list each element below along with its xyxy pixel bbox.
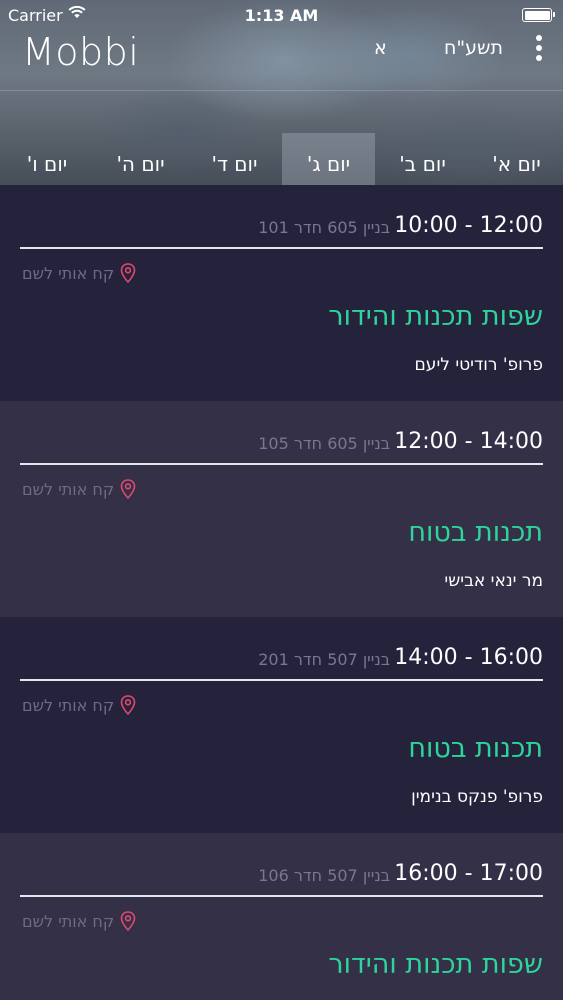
lesson-list: 10:00 - 12:00 בניין 605 חדר 101 קח אותי … — [0, 185, 563, 1000]
navigate-button[interactable]: קח אותי לשם — [22, 478, 136, 500]
tab-day-d[interactable]: יום ד' — [187, 133, 282, 185]
tab-day-b[interactable]: יום ב' — [375, 133, 470, 185]
battery-icon — [522, 8, 555, 22]
navigate-label: קח אותי לשם — [22, 695, 115, 715]
tab-day-c[interactable]: יום ג' — [282, 133, 375, 185]
navigate-label: קח אותי לשם — [22, 479, 115, 499]
navigate-label: קח אותי לשם — [22, 263, 115, 283]
more-vertical-icon[interactable] — [533, 33, 545, 63]
lesson-card[interactable]: 16:00 - 17:00 בניין 507 חדר 106 קח אותי … — [0, 833, 563, 1000]
navigate-label: קח אותי לשם — [22, 911, 115, 931]
tab-day-e[interactable]: יום ה' — [94, 133, 187, 185]
lesson-room: בניין 507 חדר 106 — [258, 866, 390, 885]
lesson-room: בניין 605 חדר 101 — [258, 218, 390, 237]
navigate-button[interactable]: קח אותי לשם — [22, 910, 136, 932]
lesson-time: 16:00 - 17:00 — [394, 861, 543, 886]
navigate-button[interactable]: קח אותי לשם — [22, 694, 136, 716]
lesson-divider — [20, 247, 543, 249]
tab-day-f[interactable]: יום ו' — [0, 133, 94, 185]
location-pin-icon — [120, 479, 136, 499]
navigate-button[interactable]: קח אותי לשם — [22, 262, 136, 284]
course-name: תכנות בטוח — [408, 517, 543, 548]
lesson-divider — [20, 463, 543, 465]
course-name: שפות תכנות והידור — [328, 949, 543, 980]
lesson-divider — [20, 895, 543, 897]
app-title: Mobbi — [22, 30, 140, 74]
location-pin-icon — [120, 695, 136, 715]
lesson-time: 14:00 - 16:00 — [394, 645, 543, 670]
year-selector[interactable]: תשע"ח — [444, 37, 503, 59]
location-pin-icon — [120, 911, 136, 931]
font-toggle-button[interactable]: א — [374, 37, 387, 59]
course-name: תכנות בטוח — [408, 733, 543, 764]
status-time: 1:13 AM — [244, 6, 319, 25]
header-divider — [0, 90, 563, 91]
lesson-divider — [20, 679, 543, 681]
header: Carrier 1:13 AM Mobbi תשע"ח א יום א' יום… — [0, 0, 563, 185]
course-name: שפות תכנות והידור — [328, 301, 543, 332]
lesson-room: בניין 605 חדר 105 — [258, 434, 390, 453]
lesson-card[interactable]: 12:00 - 14:00 בניין 605 חדר 105 קח אותי … — [0, 401, 563, 617]
lesson-card[interactable]: 14:00 - 16:00 בניין 507 חדר 201 קח אותי … — [0, 617, 563, 833]
lecturer-name: פרופ' פנקס בנימין — [411, 787, 543, 807]
lesson-time: 10:00 - 12:00 — [394, 213, 543, 238]
lecturer-name: מר ינאי אבישי — [444, 571, 543, 591]
lesson-room: בניין 507 חדר 201 — [258, 650, 390, 669]
status-bar: Carrier 1:13 AM — [0, 0, 563, 30]
tab-day-a[interactable]: יום א' — [470, 133, 563, 185]
lesson-time: 12:00 - 14:00 — [394, 429, 543, 454]
day-tabs: יום א' יום ב' יום ג' יום ד' יום ה' יום ו… — [0, 133, 563, 185]
location-pin-icon — [120, 263, 136, 283]
lecturer-name: פרופ' רודיטי ליעם — [414, 355, 543, 375]
lesson-card[interactable]: 10:00 - 12:00 בניין 605 חדר 101 קח אותי … — [0, 185, 563, 401]
